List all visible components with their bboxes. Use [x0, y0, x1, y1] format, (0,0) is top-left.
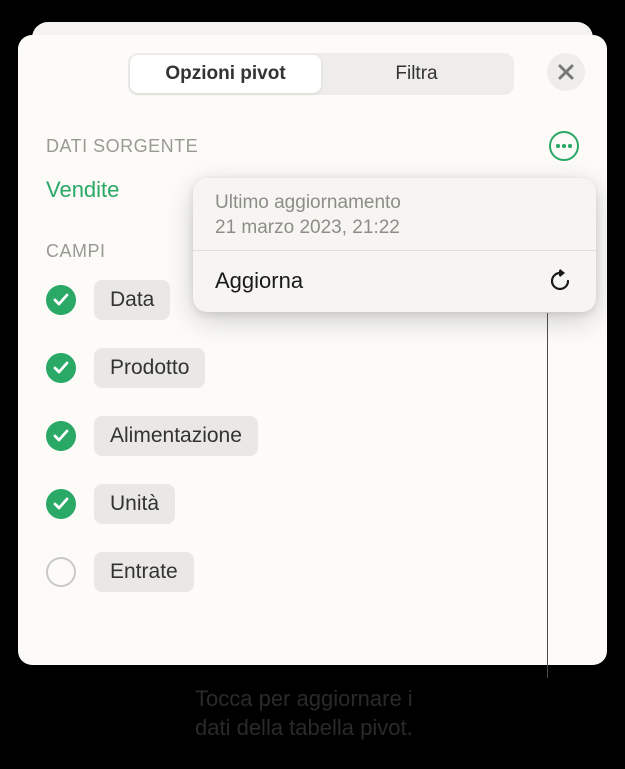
refresh-label: Aggiorna: [215, 268, 303, 294]
source-data-header: DATI SORGENTE: [46, 131, 585, 161]
checkmark-icon: [53, 429, 69, 443]
field-pill[interactable]: Data: [94, 280, 170, 320]
checkmark-icon: [53, 497, 69, 511]
checkmark-icon: [53, 361, 69, 375]
more-icon: [556, 144, 572, 148]
field-row: Unità: [46, 484, 585, 524]
field-checkbox[interactable]: [46, 353, 76, 383]
callout-line-2: dati della tabella pivot.: [195, 714, 575, 743]
more-options-button[interactable]: [549, 131, 579, 161]
field-pill[interactable]: Prodotto: [94, 348, 205, 388]
close-icon: [558, 64, 574, 80]
field-row: Prodotto: [46, 348, 585, 388]
refresh-icon: [548, 269, 572, 293]
last-update-time: 21 marzo 2023, 21:22: [215, 216, 574, 241]
callout-line: [547, 313, 548, 678]
pivot-options-panel: Opzioni pivot Filtra DATI SORGENTE Vendi…: [18, 35, 607, 665]
field-checkbox[interactable]: [46, 285, 76, 315]
refresh-popover: Ultimo aggiornamento 21 marzo 2023, 21:2…: [193, 178, 596, 312]
field-checkbox[interactable]: [46, 557, 76, 587]
field-checkbox[interactable]: [46, 421, 76, 451]
last-update-label: Ultimo aggiornamento: [215, 191, 574, 216]
field-pill[interactable]: Entrate: [94, 552, 194, 592]
segmented-control: Opzioni pivot Filtra: [128, 53, 514, 95]
fields-list: Data Prodotto Alimentazione Unità: [46, 280, 585, 592]
close-button[interactable]: [547, 53, 585, 91]
field-checkbox[interactable]: [46, 489, 76, 519]
tab-pivot-options[interactable]: Opzioni pivot: [130, 55, 321, 93]
panel-header: Opzioni pivot Filtra: [18, 35, 607, 113]
callout-text: Tocca per aggiornare i dati della tabell…: [195, 685, 575, 742]
field-pill[interactable]: Alimentazione: [94, 416, 258, 456]
popover-header: Ultimo aggiornamento 21 marzo 2023, 21:2…: [193, 178, 596, 251]
field-row: Entrate: [46, 552, 585, 592]
source-data-label: DATI SORGENTE: [46, 136, 198, 157]
callout-line-1: Tocca per aggiornare i: [195, 685, 575, 714]
refresh-button[interactable]: Aggiorna: [193, 251, 596, 312]
field-pill[interactable]: Unità: [94, 484, 175, 524]
field-row: Alimentazione: [46, 416, 585, 456]
checkmark-icon: [53, 293, 69, 307]
tab-filter[interactable]: Filtra: [321, 55, 512, 93]
